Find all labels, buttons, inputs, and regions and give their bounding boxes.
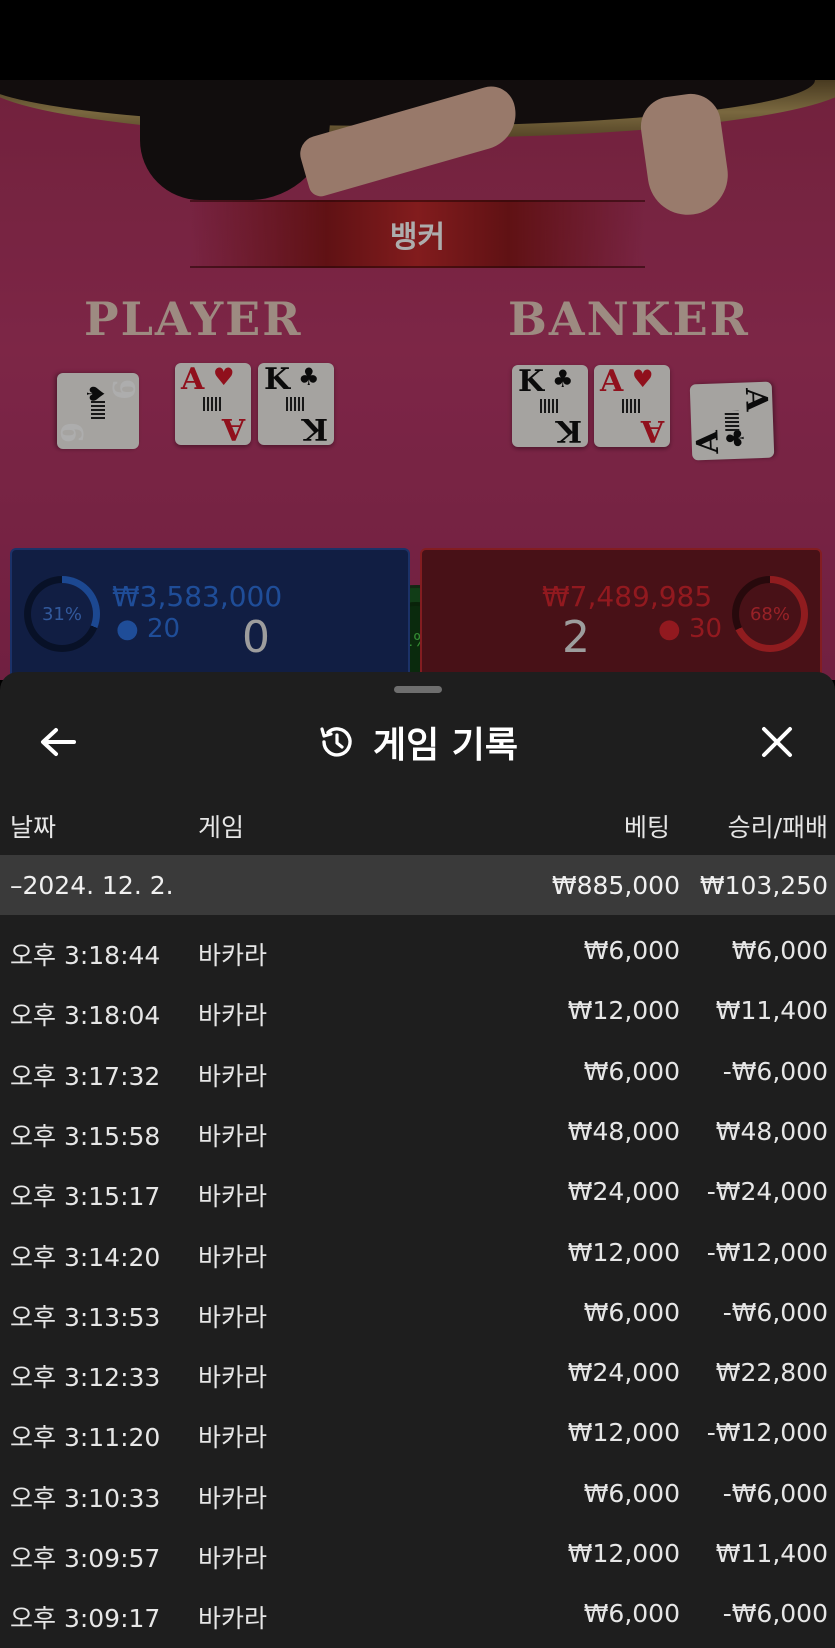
row-bet: ₩48,000 — [567, 1116, 680, 1146]
row-bet: ₩12,000 — [567, 1539, 680, 1568]
date-group-row[interactable]: –2024. 12. 2. ₩885,000 ₩103,250 — [0, 855, 835, 915]
row-winloss: ₩48,000 — [715, 1116, 828, 1146]
history-row[interactable]: 오후 3:11:20 바카라 ₩12,000 -₩12,000 — [0, 1402, 835, 1462]
row-winloss: ₩22,800 — [715, 1358, 828, 1388]
history-row[interactable]: 오후 3:17:32 바카라 ₩6,000 -₩6,000 — [0, 1041, 835, 1101]
history-row[interactable]: 오후 3:13:53 바카라 ₩6,000 -₩6,000 — [0, 1282, 835, 1342]
history-row[interactable]: 오후 3:09:17 바카라 ₩6,000 -₩6,000 — [0, 1583, 835, 1643]
row-game: 바카라 — [198, 1423, 268, 1453]
row-game: 바카라 — [198, 1302, 268, 1332]
history-row[interactable]: 오후 3:18:04 바카라 ₩12,000 ₩11,400 — [0, 980, 835, 1040]
row-game: 바카라 — [198, 1363, 268, 1393]
dim-overlay — [0, 0, 835, 680]
row-time: 오후 3:10:33 — [10, 1483, 161, 1513]
history-row[interactable]: 오후 3:15:17 바카라 ₩24,000 -₩24,000 — [0, 1161, 835, 1221]
row-bet: ₩12,000 — [567, 1418, 680, 1448]
history-row[interactable]: 오후 3:15:58 바카라 ₩48,000 ₩48,000 — [0, 1101, 835, 1161]
row-bet: ₩6,000 — [583, 1599, 680, 1629]
date-group-label: –2024. 12. 2. — [10, 871, 174, 900]
row-game: 바카라 — [198, 1544, 268, 1573]
row-game: 바카라 — [198, 1001, 268, 1031]
row-time: 오후 3:13:53 — [10, 1302, 161, 1332]
row-time: 오후 3:14:20 — [10, 1242, 161, 1272]
row-time: 오후 3:18:44 — [10, 941, 161, 970]
row-time: 오후 3:15:17 — [10, 1182, 161, 1212]
history-row[interactable]: 오후 3:18:44 바카라 ₩6,000 ₩6,000 — [0, 920, 835, 980]
close-icon — [762, 727, 792, 757]
column-header-game[interactable]: 게임 — [198, 808, 244, 848]
sheet-grabber[interactable] — [394, 686, 442, 693]
row-game: 바카라 — [198, 1242, 268, 1272]
row-game: 바카라 — [198, 1121, 268, 1151]
history-icon — [320, 727, 352, 757]
close-button[interactable] — [747, 712, 807, 772]
row-bet: ₩12,000 — [567, 1237, 680, 1267]
row-winloss: -₩12,000 — [706, 1237, 828, 1267]
row-bet: ₩24,000 — [567, 1177, 680, 1207]
row-time: 오후 3:11:20 — [10, 1423, 161, 1453]
row-winloss: -₩6,000 — [722, 1056, 828, 1086]
row-game: 바카라 — [198, 1604, 268, 1634]
row-time: 오후 3:18:04 — [10, 1001, 161, 1031]
row-winloss: -₩12,000 — [706, 1418, 828, 1448]
row-game: 바카라 — [198, 1061, 268, 1091]
row-game: 바카라 — [198, 1182, 268, 1212]
row-time: 오후 3:15:58 — [10, 1121, 161, 1151]
date-group-winloss-total: ₩103,250 — [699, 871, 828, 900]
row-winloss: -₩24,000 — [706, 1177, 828, 1207]
row-game: 바카라 — [198, 941, 268, 970]
row-winloss: ₩6,000 — [731, 936, 828, 965]
row-bet: ₩6,000 — [583, 936, 680, 965]
row-bet: ₩6,000 — [583, 1478, 680, 1508]
row-winloss: -₩6,000 — [722, 1599, 828, 1629]
sheet-header: 게임 기록 — [0, 712, 835, 772]
date-group-bet-total: ₩885,000 — [551, 871, 680, 900]
row-bet: ₩6,000 — [583, 1297, 680, 1327]
row-time: 오후 3:12:33 — [10, 1363, 161, 1393]
row-bet: ₩6,000 — [583, 1056, 680, 1086]
history-row[interactable]: 오후 3:14:20 바카라 ₩12,000 -₩12,000 — [0, 1222, 835, 1282]
column-header-winloss[interactable]: 승리/패배 — [690, 808, 828, 848]
row-winloss: ₩11,400 — [715, 996, 828, 1026]
column-header-date[interactable]: 날짜 — [10, 808, 56, 848]
row-winloss: -₩6,000 — [722, 1478, 828, 1508]
row-time: 오후 3:09:17 — [10, 1604, 161, 1634]
row-bet: ₩24,000 — [567, 1358, 680, 1388]
column-header-bet[interactable]: 베팅 — [560, 808, 670, 848]
history-row[interactable]: 오후 3:09:57 바카라 ₩12,000 ₩11,400 — [0, 1523, 835, 1583]
row-winloss: ₩11,400 — [715, 1539, 828, 1568]
history-row[interactable]: 오후 3:12:33 바카라 ₩24,000 ₩22,800 — [0, 1342, 835, 1402]
row-winloss: -₩6,000 — [722, 1297, 828, 1327]
sheet-title: 게임 기록 — [372, 725, 518, 766]
history-row[interactable]: 오후 3:10:33 바카라 ₩6,000 -₩6,000 — [0, 1463, 835, 1523]
row-game: 바카라 — [198, 1483, 268, 1513]
row-time: 오후 3:17:32 — [10, 1061, 161, 1091]
row-time: 오후 3:09:57 — [10, 1544, 161, 1573]
row-bet: ₩12,000 — [567, 996, 680, 1026]
